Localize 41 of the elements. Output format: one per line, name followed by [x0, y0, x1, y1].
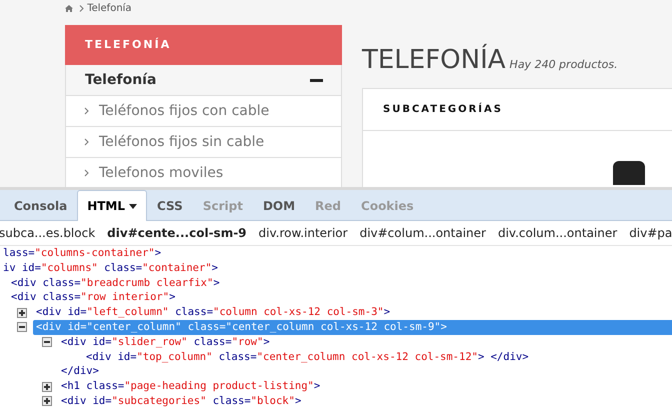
chevron-icon	[84, 138, 89, 146]
chevron-icon	[79, 4, 84, 12]
path-item[interactable]: subca...es.block	[0, 224, 96, 242]
panel-tab[interactable]: Consola	[4, 190, 78, 221]
path-item[interactable]: div.colum...ontainer	[498, 224, 618, 242]
code-line[interactable]: <div id="left_column" class="column col-xs-12 col-sm-3">	[33, 305, 394, 320]
panel-tab[interactable]: DOM	[252, 190, 306, 221]
panel-tab[interactable]: CSS	[147, 190, 193, 221]
code-line[interactable]: <div id="subcategories" class="block">	[58, 394, 304, 409]
photo-placeholder	[613, 161, 645, 186]
code-line[interactable]: <div id="slider_row" class="row">	[58, 334, 273, 350]
block-title: TELEFONÍA	[65, 25, 342, 65]
expand-icon[interactable]	[17, 308, 27, 318]
product-count: Hay 240 productos.	[510, 57, 618, 73]
panel-tab[interactable]: HTML	[77, 190, 148, 221]
code-line[interactable]: lass="columns-container">	[0, 246, 164, 261]
collapse-icon[interactable]	[17, 322, 27, 332]
code-line[interactable]: <div class="row interior">	[8, 290, 178, 306]
expand-icon[interactable]	[42, 396, 52, 406]
path-item[interactable]: div#pa	[629, 224, 672, 242]
panel-title: SUBCATEGORÍAS	[363, 89, 672, 132]
chevron-icon	[84, 169, 89, 177]
category-parent[interactable]: Telefonía	[65, 65, 342, 96]
chevron-icon	[84, 107, 89, 115]
path-item[interactable]: div.row.interior	[258, 224, 348, 242]
path-item[interactable]: div#cente...col-sm-9	[107, 224, 247, 242]
page-heading: TELEFONÍA	[362, 45, 506, 76]
expand-icon[interactable]	[42, 382, 52, 392]
code-line[interactable]: </div>	[58, 364, 102, 380]
breadcrumb-link[interactable]: Telefonía	[87, 3, 132, 14]
home-icon[interactable]	[65, 4, 73, 12]
collapse-icon[interactable]	[42, 337, 52, 348]
collapse-icon[interactable]	[310, 78, 323, 82]
code-line[interactable]: <div id="top_column" class="center_column col-xs-12 col-sm-12"> </div>	[83, 350, 532, 364]
path-item[interactable]: div#colum...ontainer	[360, 224, 486, 242]
category-link[interactable]: Teléfonos fijos sin cable	[65, 127, 342, 158]
category-link[interactable]: Telefonos moviles	[65, 158, 342, 187]
code-line[interactable]: <div class="breadcrumb clearfix">	[8, 276, 223, 290]
category-link[interactable]: Teléfonos fijos con cable	[65, 96, 342, 127]
code-line[interactable]: <h1 class="page-heading product-listing">	[58, 379, 324, 394]
code-line[interactable]: iv id="columns" class="container">	[0, 260, 221, 276]
